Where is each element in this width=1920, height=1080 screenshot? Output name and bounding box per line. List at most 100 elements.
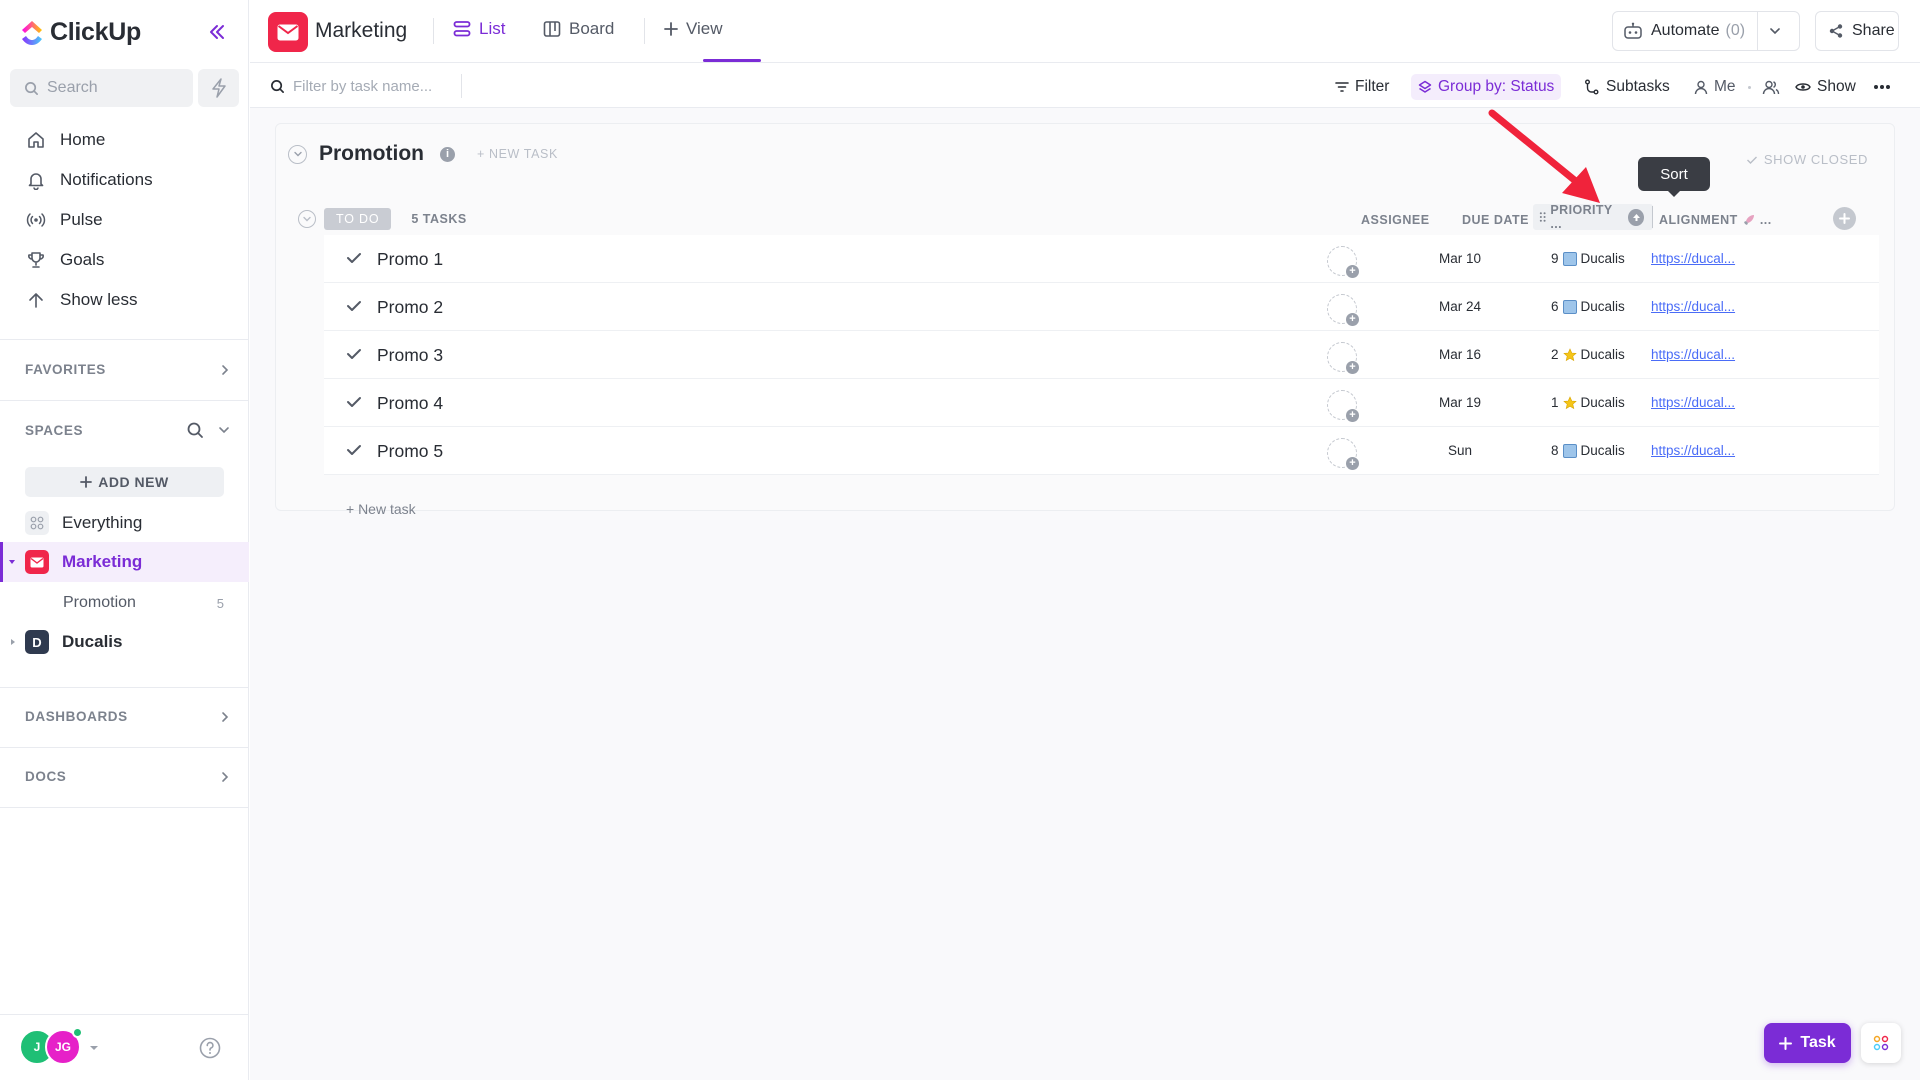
assignee-placeholder-icon[interactable]: +	[1327, 294, 1359, 326]
filter-button[interactable]: Filter	[1335, 74, 1389, 100]
list-label: Promotion	[63, 594, 136, 611]
show-closed-button[interactable]: SHOW CLOSED	[1746, 152, 1868, 167]
more-options-button[interactable]	[1873, 74, 1891, 100]
sidebar-item-label: Notifications	[60, 170, 153, 189]
task-name[interactable]: Promo 2	[377, 297, 443, 318]
search-icon	[25, 81, 38, 95]
collapse-list-button[interactable]	[288, 144, 307, 164]
apps-button[interactable]	[1861, 1023, 1901, 1063]
table-row[interactable]: Promo 4 + Mar 19 1 Ducalis https://ducal…	[324, 379, 1879, 427]
sidebar-item-goals[interactable]: Goals	[0, 240, 249, 280]
task-name[interactable]: Promo 3	[377, 345, 443, 366]
due-date[interactable]: Mar 10	[1420, 251, 1500, 266]
column-header-priority[interactable]: PRIORITY ...	[1533, 203, 1653, 231]
tab-board[interactable]: Board	[543, 19, 614, 39]
table-row[interactable]: Promo 5 + Sun 8 Ducalis https://ducal...	[324, 427, 1879, 475]
check-icon[interactable]	[346, 299, 362, 313]
column-resize-handle[interactable]	[1652, 206, 1653, 228]
show-button[interactable]: Show	[1795, 74, 1856, 100]
due-date[interactable]: Mar 24	[1420, 299, 1500, 314]
add-column-button[interactable]	[1833, 207, 1856, 230]
task-name[interactable]: Promo 4	[377, 393, 443, 414]
alignment-link[interactable]: https://ducal...	[1651, 299, 1735, 314]
arrow-up-icon	[29, 293, 43, 308]
chevron-down-icon[interactable]	[1769, 26, 1781, 36]
priority-cell[interactable]: 6 Ducalis	[1551, 299, 1625, 314]
group-by-label: Group by: Status	[1438, 78, 1555, 95]
priority-cell[interactable]: 1 Ducalis	[1551, 395, 1625, 410]
share-button[interactable]: Share	[1815, 11, 1899, 51]
assignee-placeholder-icon[interactable]: +	[1327, 390, 1359, 422]
task-name[interactable]: Promo 5	[377, 441, 443, 462]
column-header-assignee[interactable]: ASSIGNEE	[1361, 213, 1430, 227]
list-item-promotion[interactable]: Promotion 5	[0, 583, 249, 623]
sort-button[interactable]	[1628, 208, 1645, 226]
assignees-filter-button[interactable]	[1762, 74, 1780, 100]
sidebar-item-notifications[interactable]: Notifications	[0, 160, 249, 200]
clickup-logo[interactable]: ClickUp	[20, 18, 141, 47]
spaces-section: SPACES	[25, 421, 230, 439]
priority-cell[interactable]: 9 Ducalis	[1551, 251, 1625, 266]
add-new-space-button[interactable]: ADD NEW	[25, 467, 224, 497]
check-icon[interactable]	[346, 347, 362, 361]
due-date[interactable]: Sun	[1420, 443, 1500, 458]
docs-section[interactable]: DOCS	[25, 769, 230, 784]
caret-down-icon[interactable]	[89, 1044, 99, 1052]
alignment-link[interactable]: https://ducal...	[1651, 251, 1735, 266]
drag-handle-icon[interactable]	[1539, 211, 1546, 223]
quick-actions-button[interactable]	[198, 69, 239, 107]
space-item-ducalis[interactable]: D Ducalis	[0, 622, 249, 662]
subtasks-button[interactable]: Subtasks	[1584, 74, 1670, 100]
filter-by-task-name-input[interactable]: Filter by task name...	[270, 74, 462, 98]
caret-right-icon[interactable]	[9, 638, 17, 646]
table-row[interactable]: Promo 1 + Mar 10 9 Ducalis https://ducal…	[324, 235, 1879, 283]
caret-down-icon[interactable]	[8, 558, 16, 566]
alignment-link[interactable]: https://ducal...	[1651, 347, 1735, 362]
tab-list[interactable]: List	[453, 19, 505, 39]
new-task-fab-button[interactable]: Task	[1764, 1023, 1851, 1063]
check-icon[interactable]	[346, 395, 362, 409]
column-header-due-date[interactable]: DUE DATE	[1462, 213, 1529, 227]
sidebar-item-show-less[interactable]: Show less	[0, 280, 249, 320]
space-label: Everything	[62, 513, 143, 532]
task-name[interactable]: Promo 1	[377, 249, 443, 270]
column-header-alignment[interactable]: ALIGNMENT ...	[1659, 213, 1772, 227]
add-new-task-button[interactable]: + New task	[346, 501, 416, 517]
help-icon[interactable]	[199, 1037, 221, 1059]
priority-cell[interactable]: 8 Ducalis	[1551, 443, 1625, 458]
alignment-link[interactable]: https://ducal...	[1651, 395, 1735, 410]
due-date[interactable]: Mar 16	[1420, 347, 1500, 362]
sidebar-search[interactable]: Search	[10, 69, 193, 107]
chevron-down-icon[interactable]	[218, 425, 230, 435]
space-item-marketing[interactable]: Marketing	[0, 542, 249, 582]
favorites-section[interactable]: FAVORITES	[25, 362, 230, 377]
dashboards-section[interactable]: DASHBOARDS	[25, 709, 230, 724]
status-badge[interactable]: TO DO	[324, 208, 392, 230]
priority-cell[interactable]: 2 Ducalis	[1551, 347, 1625, 362]
me-filter-button[interactable]: Me	[1694, 74, 1751, 100]
assignee-placeholder-icon[interactable]: +	[1327, 246, 1359, 278]
sidebar-item-pulse[interactable]: Pulse	[0, 200, 249, 240]
alignment-link[interactable]: https://ducal...	[1651, 443, 1735, 458]
table-row[interactable]: Promo 3 + Mar 16 2 Ducalis https://ducal…	[324, 331, 1879, 379]
due-date[interactable]: Mar 19	[1420, 395, 1500, 410]
collapse-sidebar-button[interactable]	[204, 19, 230, 45]
sidebar-item-home[interactable]: Home	[0, 120, 249, 160]
check-icon[interactable]	[346, 251, 362, 265]
group-by-status-button[interactable]: Group by: Status	[1411, 74, 1562, 100]
assignee-placeholder-icon[interactable]: +	[1327, 438, 1359, 470]
space-item-everything[interactable]: Everything	[0, 503, 249, 543]
assignee-placeholder-icon[interactable]: +	[1327, 342, 1359, 374]
search-icon[interactable]	[186, 421, 204, 439]
collapse-group-button[interactable]	[298, 210, 316, 228]
info-icon[interactable]: i	[440, 146, 455, 162]
check-icon[interactable]	[346, 443, 362, 457]
add-view-button[interactable]: View	[664, 19, 723, 39]
new-task-button[interactable]: + NEW TASK	[477, 147, 558, 161]
alignment-column-label: ALIGNMENT	[1659, 213, 1738, 227]
blue-square-icon	[1562, 443, 1577, 458]
table-row[interactable]: Promo 2 + Mar 24 6 Ducalis https://ducal…	[324, 283, 1879, 331]
sidebar-footer: J JG	[0, 1014, 249, 1080]
automate-button[interactable]: Automate (0)	[1612, 11, 1800, 51]
bell-icon	[28, 173, 44, 190]
